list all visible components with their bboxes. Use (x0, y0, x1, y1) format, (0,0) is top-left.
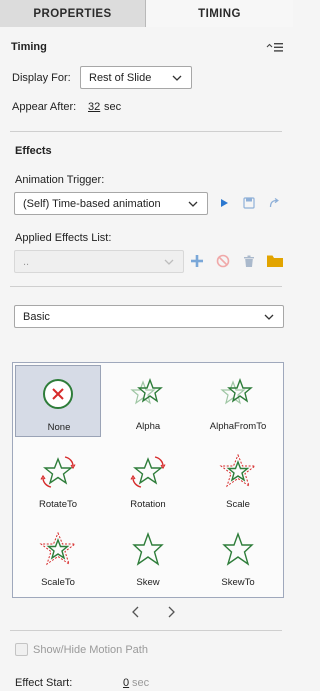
folder-icon[interactable] (266, 253, 284, 269)
motion-path-checkbox[interactable] (15, 643, 28, 656)
add-effect-icon[interactable] (189, 253, 205, 269)
rotate-to-star-icon (40, 456, 76, 488)
effect-label: RotateTo (38, 499, 78, 510)
applied-effects-label: Applied Effects List: (15, 232, 112, 244)
tab-properties[interactable]: PROPERTIES (0, 0, 146, 27)
effect-start-unit: sec (132, 677, 150, 689)
effects-section-title: Effects (15, 145, 52, 157)
appear-after-unit: sec (104, 101, 122, 113)
effect-label: None (47, 422, 71, 433)
timing-section-title: Timing (11, 41, 47, 53)
effect-category-value: Basic (23, 310, 50, 323)
scale-star-icon (219, 454, 257, 488)
effect-label: Scale (226, 499, 250, 510)
chevron-left-icon[interactable] (130, 605, 142, 619)
chevron-right-icon[interactable] (165, 605, 177, 619)
effect-label: Rotation (130, 499, 166, 510)
effect-none[interactable]: None (15, 365, 101, 437)
scale-to-star-icon (39, 532, 77, 566)
skew-star-icon (132, 532, 164, 566)
effect-alphafromto[interactable]: AlphaFromTo (195, 365, 281, 437)
chevron-down-icon (164, 259, 174, 265)
save-icon[interactable] (241, 195, 257, 211)
display-for-select[interactable]: Rest of Slide (80, 66, 192, 89)
play-icon[interactable] (216, 195, 232, 211)
animation-trigger-label: Animation Trigger: (15, 174, 105, 186)
applied-effects-value: .. (23, 255, 30, 268)
none-icon (43, 379, 73, 409)
alpha-from-to-star-icon (220, 378, 253, 405)
animation-trigger-select[interactable]: (Self) Time-based animation (14, 192, 208, 215)
section-divider (10, 630, 282, 631)
alpha-star-icon (130, 378, 163, 405)
tab-timing[interactable]: TIMING (146, 0, 293, 27)
animation-trigger-value: (Self) Time-based animation (23, 197, 161, 210)
trash-icon[interactable] (241, 253, 257, 269)
effect-skewto[interactable]: SkewTo (195, 521, 281, 593)
effect-scale[interactable]: Scale (195, 443, 281, 515)
section-divider (10, 131, 282, 132)
effect-start-input[interactable]: 0 (123, 677, 129, 689)
applied-effects-select[interactable]: .. (14, 250, 184, 273)
effect-rotateto[interactable]: RotateTo (15, 443, 101, 515)
appear-after-label: Appear After: (12, 101, 77, 113)
chevron-down-icon (172, 75, 182, 81)
effect-start-label: Effect Start: (15, 677, 73, 689)
effect-rotation[interactable]: Rotation (105, 443, 191, 515)
redo-icon[interactable] (266, 195, 282, 211)
disable-effect-icon[interactable] (215, 253, 231, 269)
effect-label: AlphaFromTo (209, 421, 267, 432)
skew-to-star-icon (222, 532, 254, 566)
effect-label: Skew (136, 577, 160, 588)
effect-scaleto[interactable]: ScaleTo (15, 521, 101, 593)
display-for-value: Rest of Slide (89, 71, 152, 84)
motion-path-label: Show/Hide Motion Path (33, 644, 148, 656)
effect-label: Alpha (135, 421, 161, 432)
appear-after-input[interactable]: 32 (88, 101, 100, 113)
effect-skew[interactable]: Skew (105, 521, 191, 593)
effect-label: SkewTo (221, 577, 255, 588)
section-divider (10, 286, 282, 287)
chevron-down-icon (188, 201, 198, 207)
rotation-star-icon (130, 456, 166, 488)
effect-category-select[interactable]: Basic (14, 305, 284, 328)
display-for-label: Display For: (12, 72, 71, 84)
effects-grid: None Alpha AlphaFromTo RotateTo Rotation (12, 362, 284, 598)
effect-alpha[interactable]: Alpha (105, 365, 191, 437)
effect-label: ScaleTo (41, 577, 75, 588)
chevron-down-icon (264, 314, 274, 320)
panel-menu-icon[interactable] (266, 42, 284, 54)
panel-tabs: PROPERTIES TIMING (0, 0, 293, 27)
